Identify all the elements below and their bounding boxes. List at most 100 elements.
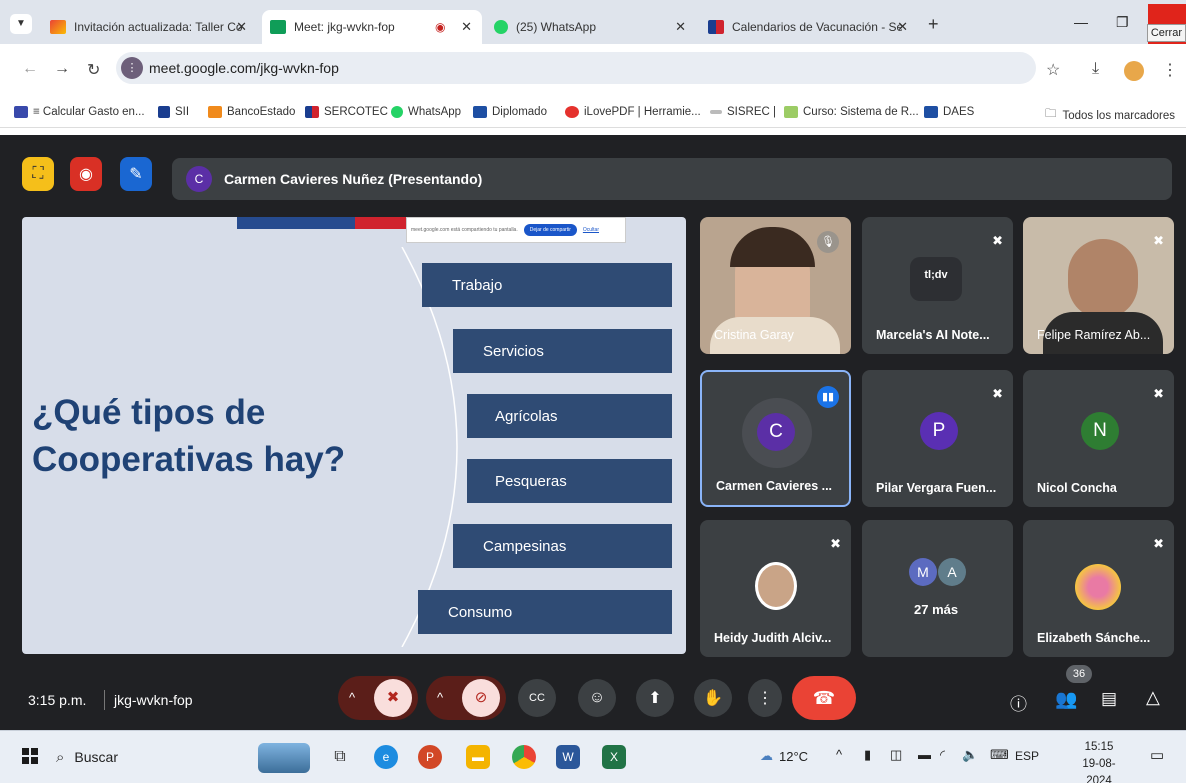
whiteboard-button[interactable]: ✎ [120, 157, 152, 191]
edge-icon[interactable]: e [374, 745, 398, 769]
participant-tile[interactable]: ✖ tl;dv Marcela's AI Note... [862, 217, 1013, 354]
slide-item: Trabajo [422, 263, 672, 307]
bookmark-sii[interactable]: SII [158, 106, 189, 118]
back-icon[interactable]: ← [22, 60, 38, 78]
close-tab-icon[interactable]: ✕ [897, 19, 908, 35]
bookmark-sisrec[interactable]: SISREC | [710, 106, 776, 118]
tab-search-button[interactable]: ▼ [10, 14, 32, 34]
slide-title: ¿Qué tipos de Cooperativas hay? [32, 393, 346, 479]
all-bookmarks[interactable]: 🗀 Todos los marcadores [1045, 106, 1175, 125]
close-tab-icon[interactable]: ✕ [675, 19, 686, 35]
mic-options-button[interactable]: ^ [349, 690, 355, 705]
minimize-icon[interactable]: — [1074, 14, 1088, 30]
participant-tile[interactable]: ✖ Elizabeth Sánche... [1023, 520, 1174, 657]
menu-icon[interactable]: ⋮ [1162, 60, 1178, 80]
bookmark-label: Curso: Sistema de R... [803, 106, 919, 118]
new-tab-button[interactable]: + [928, 14, 939, 35]
close-tab-icon[interactable]: ✕ [236, 19, 247, 35]
chat-icon[interactable]: ▤ [1101, 689, 1117, 709]
bookmark-whatsapp[interactable]: WhatsApp [391, 106, 461, 118]
windows-start-icon[interactable] [22, 748, 38, 764]
bookmark-ilovepdf[interactable]: iLovePDF | Herramie... [565, 106, 701, 118]
present-button[interactable]: ⬆ [636, 679, 674, 717]
participant-tile-speaking[interactable]: ▮▮ C Carmen Cavieres ... [700, 370, 851, 507]
task-view-icon[interactable]: ⧉ [328, 745, 352, 769]
daes-icon [924, 106, 938, 118]
url-input[interactable]: ⋮ meet.google.com/jkg-wvkn-fop [116, 52, 1036, 84]
participant-count-badge: 36 [1066, 665, 1092, 683]
site-info-icon[interactable]: ⋮ [121, 57, 143, 79]
participant-tile[interactable]: 🎙 Cristina Garay [700, 217, 851, 354]
chrome-icon[interactable] [512, 745, 536, 769]
more-options-button[interactable]: ⋮ [748, 679, 782, 717]
emoji-button[interactable]: ☺ [578, 679, 616, 717]
tray-chevron-icon[interactable]: ^ [836, 747, 842, 762]
mic-off-button[interactable]: ✖ [374, 679, 412, 717]
bookmark-calcular[interactable]: ≡ Calcular Gasto en... [14, 106, 145, 118]
participant-name: Nicol Concha [1037, 481, 1117, 495]
slide-item: Agrícolas [467, 394, 672, 438]
bookmark-star-icon[interactable]: ☆ [1046, 60, 1060, 80]
volume-icon[interactable]: 🔈 [962, 747, 978, 763]
participant-tile[interactable]: ✖ Felipe Ramírez Ab... [1023, 217, 1174, 354]
tab-meet[interactable]: Meet: jkg-wvkn-fop ◉ ✕ [262, 10, 482, 44]
slide-item: Consumo [418, 590, 672, 634]
participant-tile[interactable]: ✖ N Nicol Concha [1023, 370, 1174, 507]
info-icon[interactable]: ⓘ [1010, 690, 1027, 715]
participant-tile[interactable]: ✖ P Pilar Vergara Fuen... [862, 370, 1013, 507]
sii-icon [158, 106, 170, 118]
bookmark-curso[interactable]: Curso: Sistema de R... [784, 106, 919, 118]
participant-video [1068, 239, 1138, 319]
activities-icon[interactable]: △ [1146, 687, 1160, 708]
record-button[interactable]: ◉ [70, 157, 102, 191]
people-icon[interactable]: 👥 [1055, 689, 1077, 710]
more-participants-tile[interactable]: M A 27 más [862, 520, 1013, 657]
participant-name: Heidy Judith Alciv... [714, 631, 832, 645]
tab-calendarios[interactable]: Calendarios de Vacunación - Se ✕ [700, 10, 918, 44]
excel-icon[interactable]: X [602, 745, 626, 769]
battery-icon[interactable]: ▬ [918, 747, 931, 762]
mic-off-icon: ✖ [992, 386, 1003, 401]
powerpoint-icon[interactable]: P [418, 745, 442, 769]
keyboard-icon[interactable]: ⌨ [990, 747, 1009, 763]
word-icon[interactable]: W [556, 745, 580, 769]
companion-mode-button[interactable]: ⛶ [22, 157, 54, 191]
wifi-icon[interactable]: ◜ [940, 747, 945, 763]
bookmark-bancoestado[interactable]: BancoEstado [208, 106, 295, 118]
participant-tile[interactable]: ✖ Heidy Judith Alciv... [700, 520, 851, 657]
end-call-button[interactable]: ☎ [792, 676, 856, 720]
close-tab-icon[interactable]: ✕ [461, 19, 472, 35]
presenter-banner[interactable]: C Carmen Cavieres Nuñez (Presentando) [172, 158, 1172, 200]
system-clock[interactable]: 15:15 19-08-2024 [1072, 739, 1126, 783]
bookmark-diplomado[interactable]: Diplomado [473, 106, 547, 118]
sisrec-icon [710, 110, 722, 114]
bancoestado-icon [208, 106, 222, 118]
reload-icon[interactable]: ↻ [87, 60, 100, 80]
raise-hand-button[interactable]: ✋ [694, 679, 732, 717]
bookmark-sercotec[interactable]: SERCOTEC [305, 106, 388, 118]
stop-sharing-button[interactable]: Dejar de compartir [523, 224, 577, 236]
browser-title-bar: ▼ Invitación actualizada: Taller Co ✕ Me… [0, 0, 1186, 44]
mic-off-icon: ✖ [1153, 386, 1164, 401]
flower-avatar [1075, 564, 1121, 610]
heart-icon [565, 106, 579, 118]
notifications-icon[interactable]: ▭ [1150, 746, 1164, 764]
mic-tray-icon[interactable]: ▮ [864, 747, 871, 763]
file-explorer-icon[interactable]: ▬ [466, 745, 490, 769]
tab-whatsapp[interactable]: (25) WhatsApp ✕ [486, 10, 696, 44]
camera-off-button[interactable]: ⊘ [462, 679, 500, 717]
forward-icon[interactable]: → [54, 60, 70, 78]
tray-app-icon[interactable]: ◫ [890, 747, 902, 763]
slide-item-label: Pesqueras [495, 472, 567, 490]
captions-button[interactable]: CC [518, 679, 556, 717]
weather-widget[interactable]: ☁ 12°C [760, 748, 808, 764]
camera-options-button[interactable]: ^ [437, 690, 443, 705]
language-indicator[interactable]: ESP [1015, 749, 1039, 763]
profile-avatar[interactable] [1124, 61, 1144, 81]
slide-item-label: Consumo [448, 603, 513, 621]
restore-icon[interactable]: ❐ [1116, 14, 1129, 31]
tab-invitacion[interactable]: Invitación actualizada: Taller Co ✕ [42, 10, 257, 44]
bookmark-daes[interactable]: DAES [924, 106, 974, 118]
hide-notice-link[interactable]: Ocultar [583, 227, 599, 233]
download-icon[interactable]: ⤓ [1092, 60, 1099, 78]
